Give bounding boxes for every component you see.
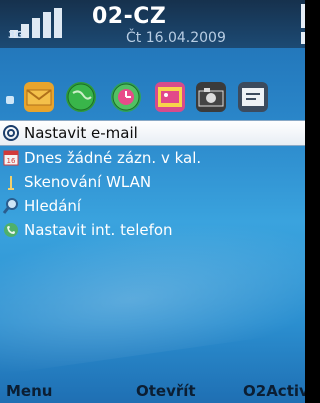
list-item-label: Dnes žádné zázn. v kal.	[24, 149, 202, 167]
list-item-search[interactable]: Hledání	[0, 194, 305, 218]
list-item-wlan[interactable]: Skenování WLAN	[0, 170, 305, 194]
list-item-label: Nastavit int. telefon	[24, 221, 173, 239]
list-item-internet-phone[interactable]: Nastavit int. telefon	[0, 218, 305, 242]
search-icon	[2, 197, 20, 215]
settings-icon[interactable]	[238, 82, 268, 112]
status-bar: 3G 02-CZ Čt 16.04.2009	[0, 0, 305, 48]
svg-text:16: 16	[7, 157, 16, 165]
operator-name: 02-CZ	[92, 4, 167, 29]
list-item-calendar[interactable]: 16 Dnes žádné zázn. v kal.	[0, 146, 305, 170]
camera-icon[interactable]	[196, 82, 226, 112]
phone-icon	[2, 221, 20, 239]
at-icon	[2, 124, 20, 142]
network-type: 3G	[8, 30, 24, 41]
date-label: Čt 16.04.2009	[126, 30, 226, 46]
battery-indicator-icon	[301, 4, 305, 28]
right-softkey[interactable]: O2Activ	[243, 382, 305, 400]
mail-icon[interactable]	[24, 82, 54, 112]
battery-indicator-icon	[301, 32, 305, 44]
shortcut-bar-handle-icon	[6, 96, 14, 104]
calendar-icon: 16	[2, 149, 20, 167]
left-softkey[interactable]: Menu	[6, 382, 52, 400]
list-item-label: Skenování WLAN	[24, 173, 152, 191]
list-item-label: Hledání	[24, 197, 82, 215]
list-item-email[interactable]: Nastavit e-mail	[0, 120, 305, 146]
wlan-icon	[2, 173, 20, 191]
clock-icon[interactable]	[111, 82, 141, 112]
phone-home-screen: 3G 02-CZ Čt 16.04.2009 Nastavit e-mail 1…	[0, 0, 305, 403]
list-item-label: Nastavit e-mail	[24, 124, 138, 142]
softkey-bar: Menu Otevřít O2Activ	[0, 382, 305, 403]
globe-icon[interactable]	[66, 82, 96, 112]
gallery-icon[interactable]	[155, 82, 185, 112]
center-softkey[interactable]: Otevřít	[136, 382, 196, 400]
home-list: Nastavit e-mail 16 Dnes žádné zázn. v ka…	[0, 120, 305, 242]
